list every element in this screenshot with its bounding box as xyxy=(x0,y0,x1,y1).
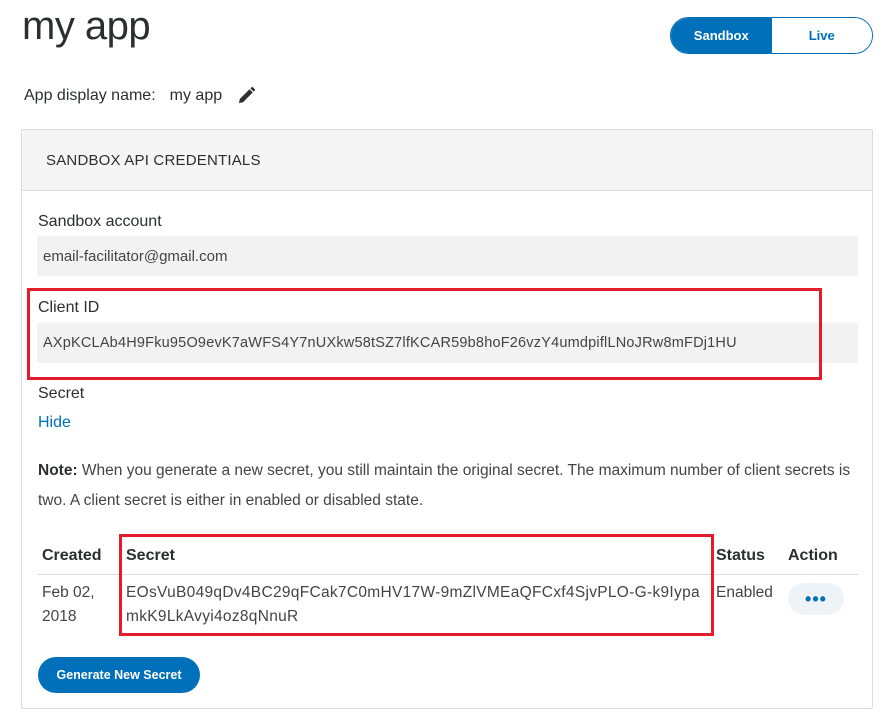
note-text: When you generate a new secret, you stil… xyxy=(38,462,851,509)
col-header-secret: Secret xyxy=(122,538,712,575)
col-header-action: Action xyxy=(784,538,858,575)
secrets-table: Created Secret Status Action Feb 02, 201… xyxy=(38,538,858,635)
table-header-row: Created Secret Status Action xyxy=(38,538,858,575)
app-display-name-value: my app xyxy=(169,87,223,104)
more-dots-icon: ••• xyxy=(805,588,827,609)
hide-secret-link[interactable]: Hide xyxy=(38,414,71,432)
sandbox-credentials-card: SANDBOX API CREDENTIALS Sandbox account … xyxy=(21,129,873,709)
cell-action: ••• xyxy=(784,574,858,635)
cell-created: Feb 02, 2018 xyxy=(42,583,95,625)
generate-new-secret-button[interactable]: Generate New Secret xyxy=(38,657,200,693)
client-id-label: Client ID xyxy=(38,299,100,316)
cell-secret[interactable]: EOsVuB049qDv4BC29qFCak7C0mHV17W-9mZlVMEa… xyxy=(122,574,712,635)
app-display-name-row: App display name: my app xyxy=(24,86,256,106)
client-id-value[interactable]: AXpKCLAb4H9Fku95O9evK7aWFS4Y7nUXkw58tSZ7… xyxy=(37,323,858,363)
secret-note: Note: When you generate a new secret, yo… xyxy=(38,456,858,516)
card-header: SANDBOX API CREDENTIALS xyxy=(22,130,872,191)
environment-toggle: Sandbox Live xyxy=(670,17,873,54)
live-toggle-button[interactable]: Live xyxy=(771,18,872,53)
note-prefix: Note: xyxy=(38,462,78,479)
table-row: Feb 02, 2018 EOsVuB049qDv4BC29qFCak7C0mH… xyxy=(38,574,858,635)
sandbox-account-label: Sandbox account xyxy=(38,213,162,230)
page-title: my app xyxy=(22,4,151,48)
col-header-status: Status xyxy=(712,538,784,575)
app-display-name-label: App display name: xyxy=(24,87,156,104)
sandbox-account-value[interactable]: email-facilitator@gmail.com xyxy=(37,236,858,276)
row-actions-button[interactable]: ••• xyxy=(788,582,844,615)
sandbox-toggle-button[interactable]: Sandbox xyxy=(671,18,772,53)
col-header-created: Created xyxy=(38,538,122,575)
secret-label: Secret xyxy=(38,385,85,402)
cell-status: Enabled xyxy=(716,583,773,601)
pencil-icon[interactable] xyxy=(236,86,256,106)
